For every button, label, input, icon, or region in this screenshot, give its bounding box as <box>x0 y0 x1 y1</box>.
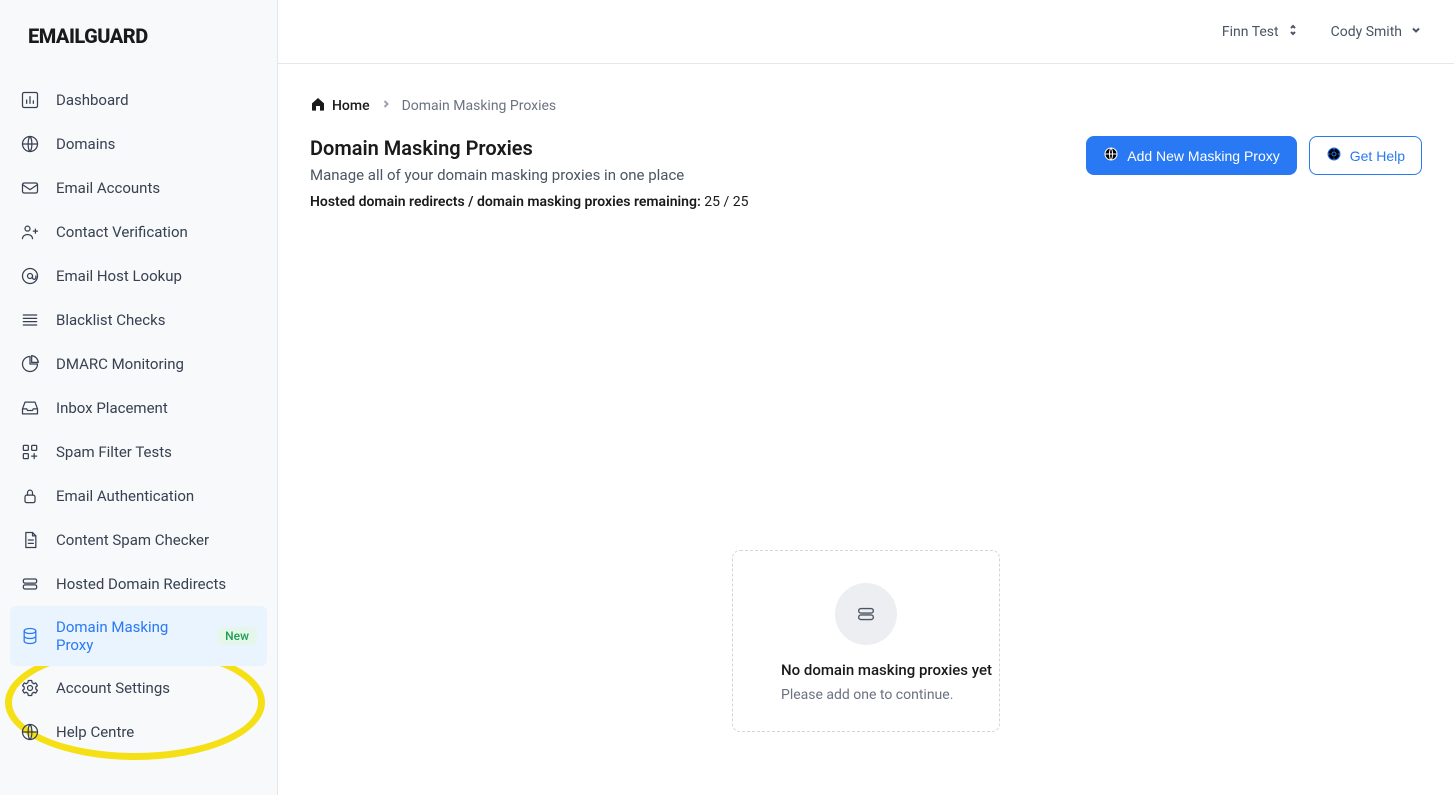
database-icon <box>20 626 40 646</box>
sidebar-item-label: DMARC Monitoring <box>56 355 184 373</box>
help-icon <box>1326 146 1342 165</box>
breadcrumb-home-label: Home <box>332 98 370 114</box>
home-icon <box>310 96 326 116</box>
selector-icon <box>1287 23 1299 41</box>
sidebar-item-label: Account Settings <box>56 679 170 697</box>
main-content: Finn Test Cody Smith Home Domain Masking <box>278 0 1454 795</box>
button-label: Add New Masking Proxy <box>1127 148 1280 164</box>
sidebar-item-label: Inbox Placement <box>56 399 168 417</box>
page-header-left: Domain Masking Proxies Manage all of you… <box>310 136 748 210</box>
remaining-label: Hosted domain redirects / domain masking… <box>310 194 701 210</box>
mail-icon <box>20 178 40 198</box>
sidebar-item-label: Email Authentication <box>56 487 194 505</box>
sidebar-item-label: Email Accounts <box>56 179 160 197</box>
sidebar-item-domain-masking-proxy[interactable]: Domain Masking Proxy New <box>10 606 267 666</box>
breadcrumb-current: Domain Masking Proxies <box>402 98 557 114</box>
sidebar-item-email-host-lookup[interactable]: Email Host Lookup <box>0 254 277 298</box>
users-icon <box>20 222 40 242</box>
sidebar-item-label: Blacklist Checks <box>56 311 165 329</box>
page-header: Domain Masking Proxies Manage all of you… <box>310 136 1422 210</box>
sidebar-item-label: Email Host Lookup <box>56 267 182 285</box>
topbar: Finn Test Cody Smith <box>278 0 1454 64</box>
grid-plus-icon <box>20 442 40 462</box>
sidebar-item-inbox-placement[interactable]: Inbox Placement <box>0 386 277 430</box>
list-icon <box>20 310 40 330</box>
inbox-icon <box>20 398 40 418</box>
page-subtitle: Manage all of your domain masking proxie… <box>310 166 748 184</box>
remaining-quota: Hosted domain redirects / domain masking… <box>310 194 748 210</box>
sidebar-item-email-accounts[interactable]: Email Accounts <box>0 166 277 210</box>
page-content: Home Domain Masking Proxies Domain Maski… <box>278 64 1454 795</box>
sidebar-item-label: Help Centre <box>56 723 134 741</box>
sidebar-item-label: Contact Verification <box>56 223 188 241</box>
get-help-button[interactable]: Get Help <box>1309 136 1422 175</box>
add-new-masking-proxy-button[interactable]: Add New Masking Proxy <box>1086 136 1297 175</box>
sidebar-item-blacklist-checks[interactable]: Blacklist Checks <box>0 298 277 342</box>
new-badge: New <box>217 627 257 645</box>
button-label: Get Help <box>1350 148 1405 164</box>
sidebar-item-content-spam-checker[interactable]: Content Spam Checker <box>0 518 277 562</box>
server-icon <box>20 574 40 594</box>
sidebar-item-label: Spam Filter Tests <box>56 443 172 461</box>
sidebar-item-domains[interactable]: Domains <box>0 122 277 166</box>
breadcrumb-home[interactable]: Home <box>310 96 370 116</box>
org-name: Finn Test <box>1222 24 1279 40</box>
brand-name: EMAILGUARD <box>28 24 148 48</box>
sidebar-item-label: Domains <box>56 135 115 153</box>
chevron-down-icon <box>1410 24 1422 40</box>
empty-state-title: No domain masking proxies yet <box>781 661 951 679</box>
sidebar-nav: Dashboard Domains Email Accounts Contact… <box>0 72 277 795</box>
sidebar-item-hosted-domain-redirects[interactable]: Hosted Domain Redirects <box>0 562 277 606</box>
sidebar-item-label: Hosted Domain Redirects <box>56 575 226 593</box>
org-switcher[interactable]: Finn Test <box>1222 23 1299 41</box>
globe-icon <box>20 134 40 154</box>
at-icon <box>20 266 40 286</box>
user-name: Cody Smith <box>1331 24 1402 40</box>
brand-logo[interactable]: EMAILGUARD <box>0 0 277 72</box>
sidebar-item-dmarc-monitoring[interactable]: DMARC Monitoring <box>0 342 277 386</box>
empty-state-desc: Please add one to continue. <box>781 687 951 703</box>
sidebar-item-label: Domain Masking Proxy <box>56 618 197 654</box>
sidebar-item-spam-filter-tests[interactable]: Spam Filter Tests <box>0 430 277 474</box>
sidebar-item-account-settings[interactable]: Account Settings <box>0 666 277 710</box>
sidebar-item-contact-verification[interactable]: Contact Verification <box>0 210 277 254</box>
remaining-value: 25 / 25 <box>704 194 748 210</box>
globe-icon <box>20 722 40 742</box>
sidebar-item-label: Content Spam Checker <box>56 531 209 549</box>
sidebar: EMAILGUARD Dashboard Domains Email Accou… <box>0 0 278 795</box>
sidebar-item-email-authentication[interactable]: Email Authentication <box>0 474 277 518</box>
chevron-right-icon <box>380 98 392 114</box>
globe-icon <box>1103 146 1119 165</box>
empty-state: No domain masking proxies yet Please add… <box>732 550 1000 732</box>
settings-icon <box>20 678 40 698</box>
lock-icon <box>20 486 40 506</box>
page-header-actions: Add New Masking Proxy Get Help <box>1086 136 1422 175</box>
empty-state-container: No domain masking proxies yet Please add… <box>310 550 1422 732</box>
document-icon <box>20 530 40 550</box>
sidebar-item-dashboard[interactable]: Dashboard <box>0 78 277 122</box>
page-title: Domain Masking Proxies <box>310 136 748 160</box>
bar-chart-icon <box>20 90 40 110</box>
server-icon <box>835 583 897 645</box>
pie-chart-icon <box>20 354 40 374</box>
user-menu[interactable]: Cody Smith <box>1331 24 1422 40</box>
sidebar-item-help-centre[interactable]: Help Centre <box>0 710 277 754</box>
breadcrumb: Home Domain Masking Proxies <box>310 96 1422 116</box>
sidebar-item-label: Dashboard <box>56 91 129 109</box>
